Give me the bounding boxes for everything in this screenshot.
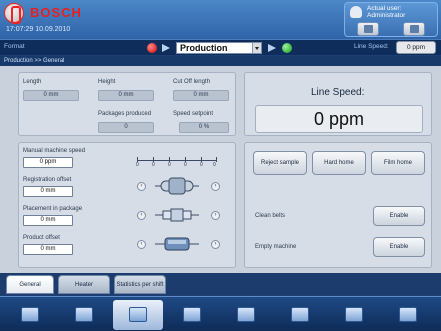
line-speed-label: Line Speed: xyxy=(354,43,389,50)
monitor-icon xyxy=(364,25,373,33)
slider-tick-label: 0 xyxy=(213,162,216,168)
slider-tick-label: 0 xyxy=(152,162,155,168)
nav-production-button[interactable] xyxy=(113,300,163,330)
slider-tick-label: 0 xyxy=(184,162,187,168)
line-speed-display: 0 ppm xyxy=(255,105,423,133)
stethoscope-icon xyxy=(183,307,201,322)
clean-belts-enable-button[interactable]: Enable xyxy=(373,206,425,226)
registration-offset-label: Registration offset xyxy=(23,177,72,183)
user-icon xyxy=(399,307,417,322)
tab-statistics[interactable]: Statistics per shift xyxy=(114,275,166,294)
packages-produced-label: Packages produced xyxy=(98,111,152,117)
nav-documents-button[interactable] xyxy=(329,300,379,330)
bosch-logo xyxy=(4,3,24,24)
adjustment-panel: Manual machine speed 0 ppm 0 0 0 0 0 0 R… xyxy=(18,142,236,268)
slider-track xyxy=(137,160,217,161)
brand-name: BOSCH xyxy=(30,5,82,20)
actual-user-label: Actual user: xyxy=(367,5,402,12)
user-name: Administrator xyxy=(367,12,406,19)
logout-button[interactable] xyxy=(403,22,425,36)
format-icon xyxy=(75,307,93,322)
actions-panel: Reject sample Hard home Film home Clean … xyxy=(244,142,432,268)
slider-tick-label: 0 xyxy=(200,162,203,168)
nav-user-button[interactable] xyxy=(383,300,433,330)
logout-icon xyxy=(410,25,419,33)
network-icon xyxy=(291,307,309,322)
manual-speed-input[interactable]: 0 ppm xyxy=(23,157,73,168)
format-select-value: Production xyxy=(180,43,228,53)
nav-overview-button[interactable] xyxy=(5,300,55,330)
tab-bar: General Heater Statistics per shift xyxy=(0,273,441,295)
nav-format-button[interactable] xyxy=(59,300,109,330)
increase-product-offset-button[interactable]: › xyxy=(211,240,220,249)
decrease-product-offset-button[interactable]: ‹ xyxy=(137,240,146,249)
speed-setpoint-label: Speed setpoint xyxy=(173,111,214,117)
increase-placement-button[interactable]: › xyxy=(211,211,220,220)
length-label: Length xyxy=(23,79,42,85)
header-bar: BOSCH 17:07:29 10.09.2010 Actual user: A… xyxy=(0,0,441,39)
manual-speed-label: Manual machine speed xyxy=(23,148,86,154)
tab-heater[interactable]: Heater xyxy=(58,275,110,294)
user-info: Actual user: Administrator xyxy=(367,5,405,19)
speed-slider[interactable]: 0 0 0 0 0 0 xyxy=(136,157,217,168)
slider-tick xyxy=(216,157,217,162)
line-speed-panel: Line Speed: 0 ppm xyxy=(244,72,432,136)
line-speed-value: 0 ppm xyxy=(396,41,436,54)
main-content: Length 0 mm Height 0 mm Cut Off length 0… xyxy=(0,66,441,273)
user-settings-button[interactable] xyxy=(357,22,379,36)
packages-produced-value: 0 xyxy=(98,122,154,133)
reject-sample-button[interactable]: Reject sample xyxy=(253,151,307,175)
package-icon xyxy=(155,208,199,222)
datetime: 17:07:29 10.09.2010 xyxy=(6,26,71,33)
clean-belts-label: Clean belts xyxy=(255,213,286,219)
overview-icon xyxy=(21,307,39,322)
nav-diagnostics-button[interactable] xyxy=(167,300,217,330)
user-panel: Actual user: Administrator xyxy=(344,2,438,37)
format-select[interactable]: Production xyxy=(176,42,262,54)
empty-machine-enable-button[interactable]: Enable xyxy=(373,237,425,257)
documents-icon xyxy=(345,307,363,322)
empty-machine-label: Empty machine xyxy=(255,244,297,250)
decrease-placement-button[interactable]: ‹ xyxy=(137,211,146,220)
length-value: 0 mm xyxy=(23,90,79,101)
nav-network-button[interactable] xyxy=(275,300,325,330)
placement-input[interactable]: 0 mm xyxy=(23,215,73,226)
line-speed-title: Line Speed: xyxy=(311,87,365,98)
user-avatar-icon xyxy=(350,6,362,18)
cutoff-length-label: Cut Off length xyxy=(173,79,210,85)
arrow-right-icon xyxy=(162,44,170,52)
production-icon xyxy=(129,307,147,322)
placement-label: Placement in package xyxy=(23,206,83,212)
format-bar: Format Production Line Speed: 0 ppm xyxy=(0,39,441,55)
height-value: 0 mm xyxy=(98,90,154,101)
height-label: Height xyxy=(98,79,116,85)
slider-tick-label: 0 xyxy=(168,162,171,168)
chevron-down-icon xyxy=(252,43,261,53)
bottom-navigation xyxy=(0,296,441,331)
breadcrumb: Production >> General xyxy=(0,56,441,66)
product-offset-label: Product offset xyxy=(23,235,60,241)
speed-setpoint-value: 0 % xyxy=(179,122,229,133)
hard-home-button[interactable]: Hard home xyxy=(312,151,366,175)
film-home-button[interactable]: Film home xyxy=(371,151,425,175)
product-offset-input[interactable]: 0 mm xyxy=(23,244,73,255)
wrench-icon xyxy=(237,307,255,322)
decrease-registration-button[interactable]: ‹ xyxy=(137,182,146,191)
arrow-right-icon xyxy=(268,44,276,52)
cutoff-length-value: 0 mm xyxy=(173,90,229,101)
stop-status-icon xyxy=(147,43,157,53)
tab-general[interactable]: General xyxy=(6,275,54,294)
increase-registration-button[interactable]: › xyxy=(211,182,220,191)
readouts-panel: Length 0 mm Height 0 mm Cut Off length 0… xyxy=(18,72,236,136)
registration-offset-input[interactable]: 0 mm xyxy=(23,186,73,197)
film-roll-icon xyxy=(155,177,199,195)
format-label: Format xyxy=(4,43,25,50)
product-icon xyxy=(155,237,199,251)
nav-tools-button[interactable] xyxy=(221,300,271,330)
slider-tick-label: 0 xyxy=(136,162,139,168)
run-status-icon xyxy=(282,43,292,53)
